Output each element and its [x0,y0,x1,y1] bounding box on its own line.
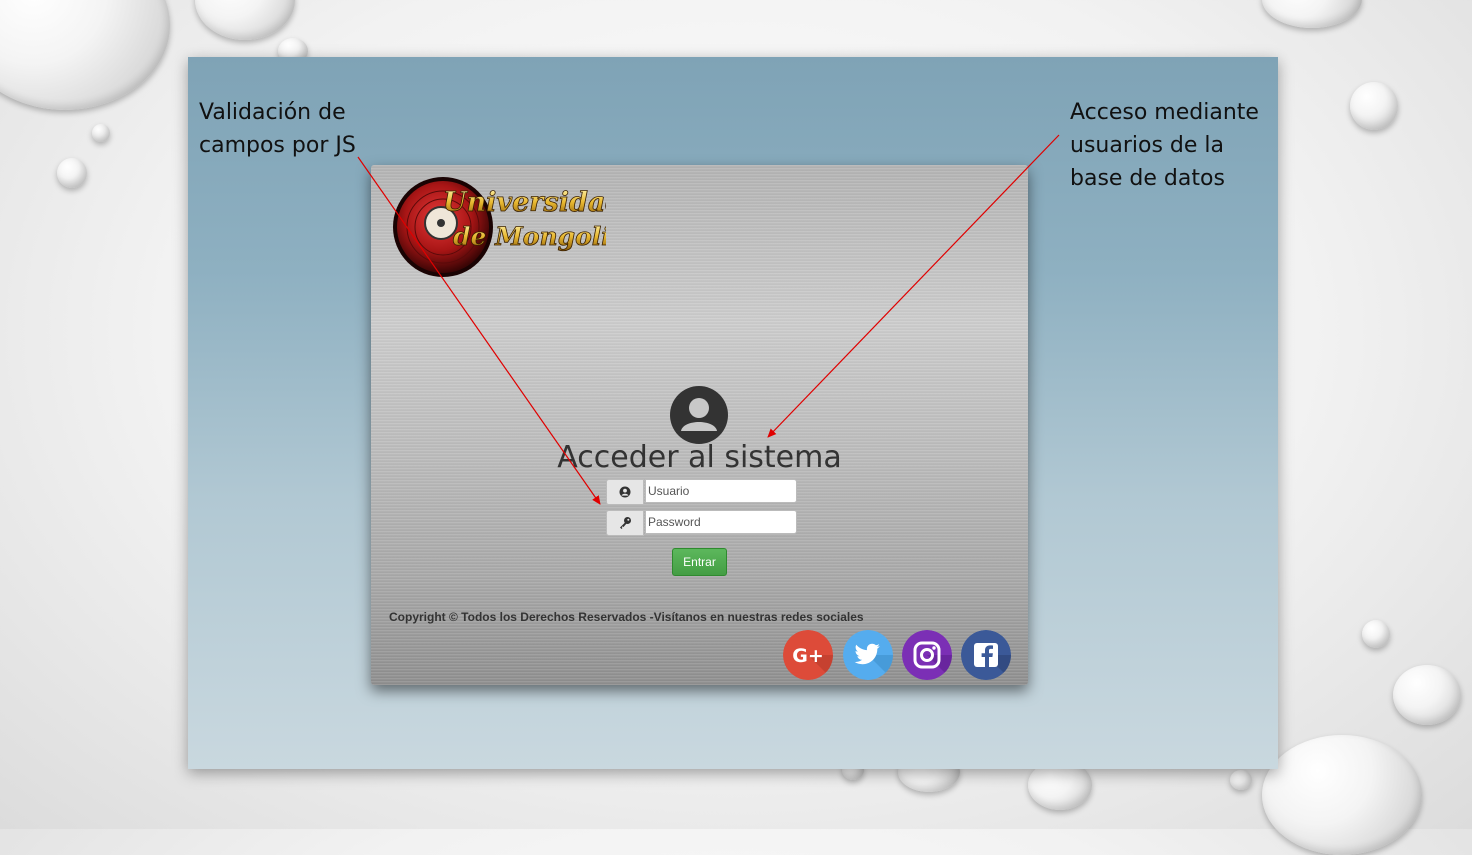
google-plus-icon: G+ [783,630,833,680]
submit-button[interactable]: Entrar [672,548,727,576]
facebook-icon [961,630,1011,680]
user-icon [606,479,644,505]
water-drop [0,0,170,110]
google-plus-button[interactable]: G+ [783,630,833,680]
facebook-button[interactable] [961,630,1011,680]
water-drop [92,124,110,142]
username-row [606,479,797,505]
water-drop [1362,620,1390,648]
instagram-button[interactable] [902,630,952,680]
annotation-left: Validación de campos por JS [199,96,356,162]
water-drop [1262,0,1362,28]
water-drop [1393,665,1461,725]
water-drop [1262,735,1422,855]
annotation-left-line: campos por JS [199,133,356,158]
password-row [606,510,797,536]
annotation-right-line: Acceso mediante [1070,100,1259,125]
annotation-right-line: base de datos [1070,166,1225,191]
instagram-icon [902,630,952,680]
logo-text-line1: Universidad [443,187,606,218]
water-drop [195,0,295,40]
logo-text-line2: de Mongolia [453,222,606,251]
password-input[interactable] [645,510,797,534]
key-icon [606,510,644,536]
login-panel: Universidad de Mongolia Acceder al siste… [371,165,1028,685]
login-title: Acceder al sistema [557,440,842,475]
user-avatar-icon [670,386,728,444]
twitter-button[interactable] [843,630,893,680]
water-drop [1230,770,1252,790]
google-plus-label: G+ [792,645,824,667]
annotation-left-line: Validación de [199,100,346,125]
annotation-right: Acceso mediante usuarios de la base de d… [1070,96,1259,195]
university-logo: Universidad de Mongolia [393,177,606,277]
water-drop [1350,82,1398,130]
annotation-right-line: usuarios de la [1070,133,1224,158]
copyright-text: Copyright © Todos los Derechos Reservado… [389,610,864,624]
twitter-icon [843,630,893,680]
username-input[interactable] [645,479,797,503]
water-drop [57,158,87,188]
